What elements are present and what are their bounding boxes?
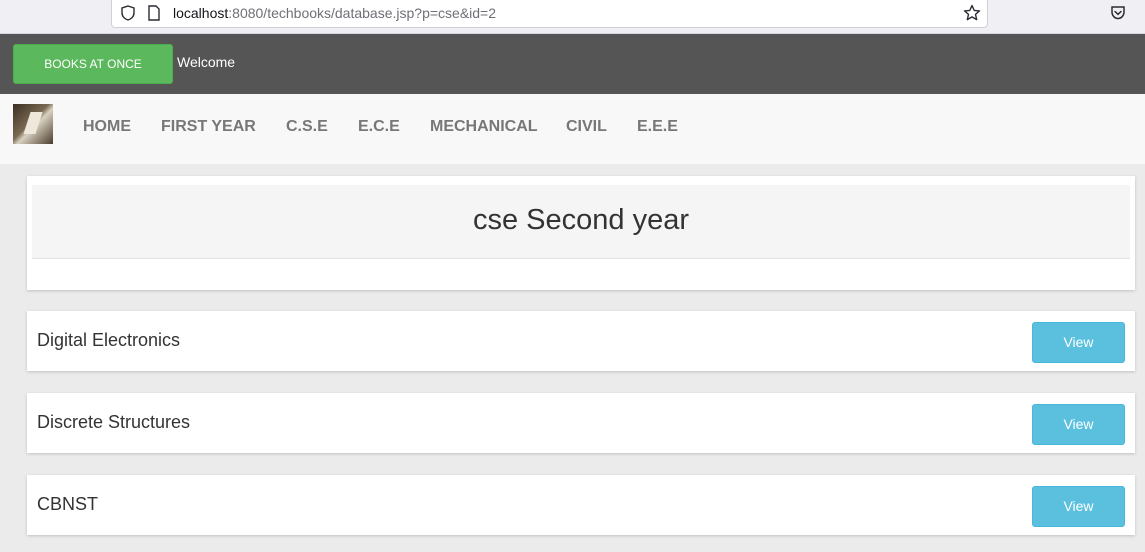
book-row: CBNST View (27, 475, 1135, 535)
page-icon (148, 5, 160, 21)
view-button[interactable]: View (1032, 404, 1125, 445)
nav-home[interactable]: HOME (83, 118, 131, 136)
page-title: cse Second year (472, 204, 689, 236)
bookmark-star-icon[interactable] (963, 4, 981, 22)
url-path: :8080/techbooks/database.jsp?p=cse&id=2 (228, 5, 497, 21)
main-nav: HOME FIRST YEAR C.S.E E.C.E MECHANICAL C… (0, 94, 1145, 164)
nav-cse[interactable]: C.S.E (286, 118, 328, 136)
book-title: Digital Electronics (37, 330, 181, 350)
title-panel: cse Second year (27, 176, 1135, 290)
welcome-text: Welcome (177, 54, 236, 70)
book-row: Digital Electronics View (27, 311, 1135, 371)
url-host: localhost (173, 5, 229, 21)
top-header: BOOKS AT ONCE Welcome (0, 34, 1145, 94)
book-title: Discrete Structures (37, 412, 191, 432)
shield-icon[interactable] (120, 5, 136, 21)
nav-mechanical[interactable]: MECHANICAL (430, 118, 538, 136)
site-logo[interactable] (13, 104, 53, 144)
view-button[interactable]: View (1032, 486, 1125, 527)
nav-eee[interactable]: E.E.E (637, 118, 678, 136)
browser-toolbar: localhost:8080/techbooks/database.jsp?p=… (0, 0, 1145, 34)
title-panel-heading: cse Second year (32, 185, 1130, 259)
nav-ece[interactable]: E.C.E (358, 118, 400, 136)
view-button[interactable]: View (1032, 322, 1125, 363)
nav-civil[interactable]: CIVIL (566, 118, 607, 136)
pocket-icon[interactable] (1109, 4, 1127, 22)
url-text[interactable]: localhost:8080/techbooks/database.jsp?p=… (173, 5, 496, 21)
brand-button[interactable]: BOOKS AT ONCE (13, 44, 173, 84)
book-row: Discrete Structures View (27, 393, 1135, 453)
nav-first-year[interactable]: FIRST YEAR (161, 118, 256, 136)
address-bar[interactable]: localhost:8080/techbooks/database.jsp?p=… (111, 0, 988, 28)
book-title: CBNST (37, 494, 99, 514)
